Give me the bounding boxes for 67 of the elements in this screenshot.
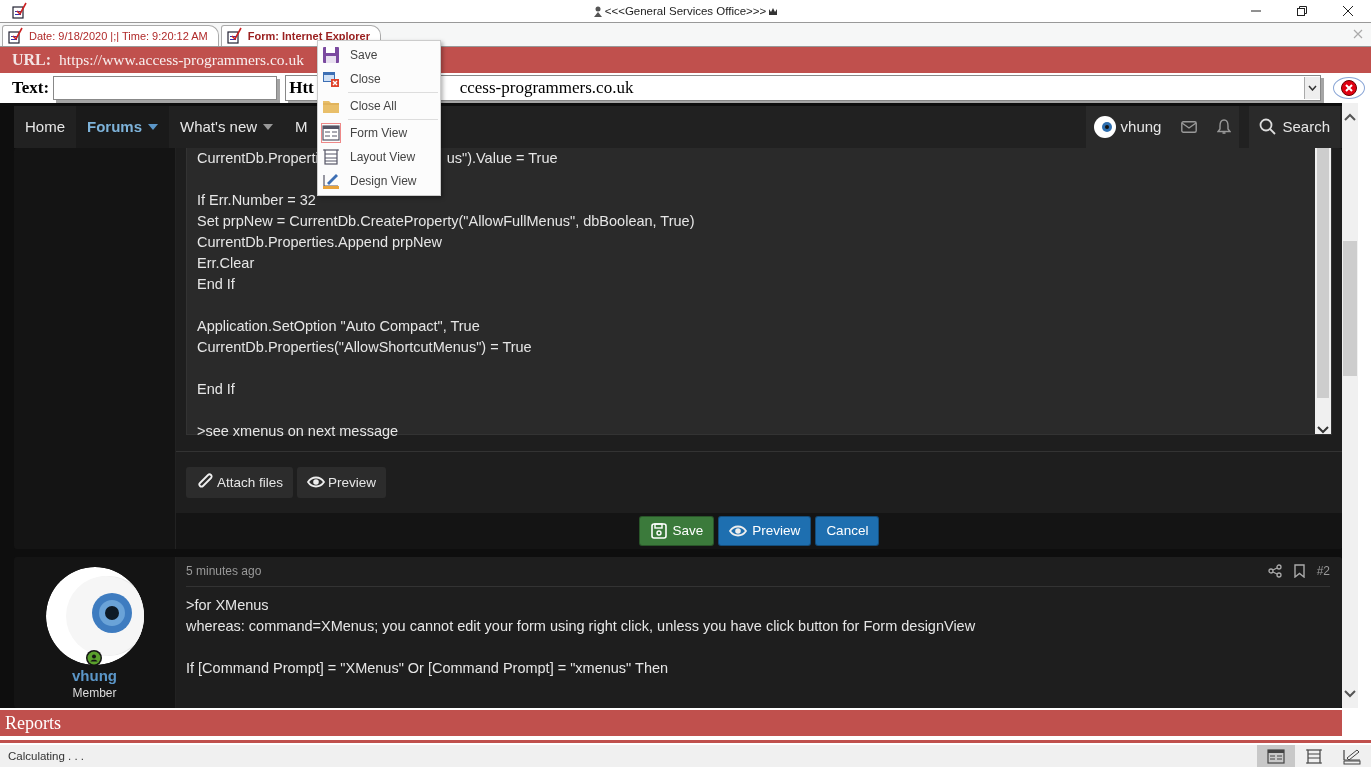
figure-icon: [592, 5, 603, 17]
menu-item[interactable]: Design View: [318, 169, 440, 193]
post-text-line: If [Command Prompt] = "XMenus" Or [Command Prompt] = "xmenus" Then: [186, 659, 670, 679]
url-text: https://www.access-programmers.co.uk: [59, 50, 304, 69]
eye-avatar-icon: [1093, 115, 1116, 138]
chevron-down-icon: [1344, 690, 1356, 699]
nav-link[interactable]: M: [284, 105, 319, 148]
bell-icon: [1217, 118, 1232, 135]
cancel-button[interactable]: Cancel: [815, 515, 880, 546]
url-label: URL:: [12, 50, 52, 69]
text-field[interactable]: [53, 75, 278, 100]
clear-button[interactable]: [1333, 76, 1366, 99]
post-number-link[interactable]: #2: [1316, 564, 1330, 579]
code-line: CurrentDb.Properti: [197, 148, 319, 168]
section-title: Reports: [5, 712, 61, 734]
code-line: End If: [197, 274, 235, 294]
code-line: us").Value = True: [446, 148, 558, 168]
scrollbar-thumb[interactable]: [1317, 147, 1329, 398]
envelope-icon: [1181, 120, 1198, 133]
restore-icon: [1297, 6, 1307, 16]
search-icon: [1259, 118, 1277, 136]
form-check-icon: [6, 27, 23, 45]
code-line: Err.Clear: [197, 253, 255, 273]
code-line: CurrentDb.Properties("AllowShortcutMenus") = True: [197, 337, 532, 357]
eye-avatar-icon: [45, 566, 144, 665]
code-line: Set prpNew = CurrentDb.CreateProperty("AllowFullMenus", dbBoolean, True): [197, 211, 695, 231]
toolbar-button[interactable]: Preview: [297, 466, 387, 498]
window-title: <<<General Services Office>>>: [604, 5, 767, 17]
form-view-icon: [1267, 747, 1285, 765]
user-title: Member: [72, 685, 117, 700]
preview-button[interactable]: Preview: [718, 515, 812, 546]
code-line: If Err.Number = 32: [197, 190, 316, 210]
menu-item[interactable]: Save: [318, 43, 440, 67]
form-check-icon: [10, 2, 28, 20]
design-view-icon: [1343, 747, 1361, 765]
form-check-icon: [224, 27, 242, 45]
post-text-line: whereas: command=XMenus; you cannot edit your form using right click, unless you have click button for Form designView: [186, 617, 977, 637]
scrollbar-thumb[interactable]: [1343, 240, 1357, 376]
view-button[interactable]: [1257, 745, 1295, 767]
nav-link[interactable]: Home: [14, 105, 76, 148]
chevron-down-icon: [1317, 425, 1329, 434]
menu-item[interactable]: Layout View: [318, 145, 440, 169]
nav-link[interactable]: What's new: [169, 105, 285, 148]
alerts-button[interactable]: [1217, 118, 1232, 135]
nav-link[interactable]: Forums: [76, 105, 170, 148]
code-line: End If: [197, 379, 235, 399]
code-line: CurrentDb.Properties.Append prpNew: [197, 232, 442, 252]
post-time[interactable]: 5 minutes ago: [186, 564, 262, 579]
inbox-button[interactable]: [1181, 120, 1198, 133]
close-circle-icon: [1341, 79, 1358, 96]
code-line: >see xmenus on next message: [197, 421, 399, 441]
author-link[interactable]: vhung: [72, 666, 117, 684]
bookmark-icon[interactable]: [1293, 564, 1305, 579]
search-button[interactable]: Search: [1249, 105, 1340, 148]
field-label: Text:: [12, 77, 50, 98]
post-text-line: >for XMenus: [186, 596, 270, 616]
toolbar-button[interactable]: Attach files: [186, 466, 294, 498]
menu-item[interactable]: Form View: [318, 121, 440, 145]
document-tab[interactable]: Date: 9/18/2020 |;| Time: 9:20:12 AM: [2, 24, 219, 46]
share-icon[interactable]: [1267, 564, 1282, 579]
chevron-up-icon: [1344, 112, 1356, 121]
close-icon: [1343, 6, 1353, 16]
status-text: Calculating . . .: [8, 750, 85, 762]
save-button[interactable]: Save: [638, 515, 715, 546]
code-line: Application.SetOption "Auto Compact", True: [197, 316, 480, 336]
user-link[interactable]: vhung: [1093, 115, 1162, 138]
layout-view-icon: [1305, 747, 1323, 765]
